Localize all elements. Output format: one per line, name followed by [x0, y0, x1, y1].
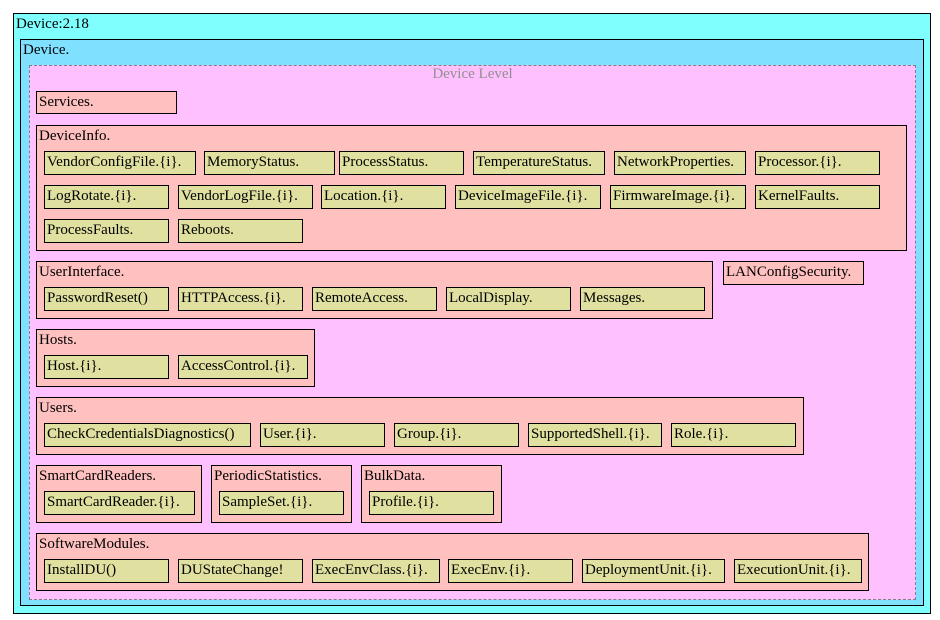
softwaremodules-executionunit: ExecutionUnit.{i}. — [734, 559, 862, 583]
deviceinfo-memorystatus: MemoryStatus. — [204, 151, 335, 175]
users-label: Users. — [39, 400, 77, 416]
softwaremodules-execenv: ExecEnv.{i}. — [448, 559, 573, 583]
users-user: User.{i}. — [260, 423, 385, 447]
leaf-label: AccessControl.{i}. — [181, 358, 296, 374]
services-object: Services. — [36, 91, 177, 114]
users-group: Group.{i}. — [394, 423, 519, 447]
leaf-label: Host.{i}. — [47, 358, 102, 374]
hosts-host: Host.{i}. — [44, 355, 169, 379]
leaf-label: Messages. — [583, 290, 646, 306]
userinterface-remoteaccess: RemoteAccess. — [312, 287, 437, 311]
leaf-label: ProcessFaults. — [47, 222, 134, 238]
userinterface-httpaccess: HTTPAccess.{i}. — [178, 287, 303, 311]
leaf-label: VendorConfigFile.{i}. — [47, 154, 182, 170]
deviceinfo-networkproperties: NetworkProperties. — [614, 151, 746, 175]
userinterface-messages: Messages. — [580, 287, 705, 311]
deviceinfo-firmwareimage: FirmwareImage.{i}. — [610, 185, 746, 209]
leaf-label: VendorLogFile.{i}. — [181, 188, 298, 204]
smartcardreaders-smartcardreader: SmartCardReader.{i}. — [44, 491, 195, 515]
users-checkcredentialsdiagnostics: CheckCredentialsDiagnostics() — [44, 423, 251, 447]
hosts-accesscontrol: AccessControl.{i}. — [178, 355, 308, 379]
deviceinfo-processfaults: ProcessFaults. — [44, 219, 169, 243]
userinterface-localdisplay: LocalDisplay. — [446, 287, 571, 311]
userinterface-passwordreset: PasswordReset() — [44, 287, 169, 311]
leaf-label: ProcessStatus. — [342, 154, 429, 170]
deviceinfo-reboots: Reboots. — [178, 219, 303, 243]
leaf-label: LogRotate.{i}. — [47, 188, 137, 204]
users-supportedshell: SupportedShell.{i}. — [528, 423, 662, 447]
deviceinfo-location: Location.{i}. — [321, 185, 446, 209]
deviceinfo-processor: Processor.{i}. — [755, 151, 880, 175]
softwaremodules-deploymentunit: DeploymentUnit.{i}. — [582, 559, 725, 583]
leaf-label: InstallDU() — [47, 562, 117, 578]
softwaremodules-installdu: InstallDU() — [44, 559, 169, 583]
leaf-label: SmartCardReader.{i}. — [47, 494, 180, 510]
deviceinfo-vendorlogfile: VendorLogFile.{i}. — [178, 185, 313, 209]
periodicstatistics-label: PeriodicStatistics. — [214, 468, 322, 484]
users-role: Role.{i}. — [671, 423, 796, 447]
deviceinfo-kernelfaults: KernelFaults. — [755, 185, 880, 209]
leaf-label: LocalDisplay. — [449, 290, 533, 306]
device-object-label: Device. — [23, 42, 70, 58]
periodicstatistics-sampleset: SampleSet.{i}. — [219, 491, 344, 515]
softwaremodules-label: SoftwareModules. — [39, 536, 150, 552]
bulkdata-profile: Profile.{i}. — [369, 491, 494, 515]
leaf-label: DUStateChange! — [181, 562, 284, 578]
userinterface-label: UserInterface. — [39, 264, 125, 280]
leaf-label: MemoryStatus. — [207, 154, 300, 170]
leaf-label: TemperatureStatus. — [476, 154, 592, 170]
deviceinfo-processstatus: ProcessStatus. — [339, 151, 464, 175]
leaf-label: ExecutionUnit.{i}. — [737, 562, 851, 578]
leaf-label: Group.{i}. — [397, 426, 462, 442]
deviceinfo-deviceimagefile: DeviceImageFile.{i}. — [455, 185, 601, 209]
leaf-label: Profile.{i}. — [372, 494, 439, 510]
root-device-label: Device:2.18 — [16, 16, 89, 32]
leaf-label: NetworkProperties. — [617, 154, 735, 170]
softwaremodules-execenvclass: ExecEnvClass.{i}. — [312, 559, 440, 583]
deviceinfo-temperaturestatus: TemperatureStatus. — [473, 151, 605, 175]
lanconfigsecurity-label: LANConfigSecurity. — [726, 264, 852, 280]
leaf-label: Processor.{i}. — [758, 154, 842, 170]
leaf-label: KernelFaults. — [758, 188, 840, 204]
lanconfigsecurity-object: LANConfigSecurity. — [723, 261, 864, 285]
leaf-label: DeviceImageFile.{i}. — [458, 188, 588, 204]
deviceinfo-vendorconfigfile: VendorConfigFile.{i}. — [44, 151, 196, 175]
hosts-label: Hosts. — [39, 332, 77, 348]
leaf-label: HTTPAccess.{i}. — [181, 290, 286, 306]
leaf-label: FirmwareImage.{i}. — [613, 188, 735, 204]
leaf-label: SupportedShell.{i}. — [531, 426, 650, 442]
deviceinfo-logrotate: LogRotate.{i}. — [44, 185, 169, 209]
softwaremodules-dustatechange: DUStateChange! — [178, 559, 303, 583]
services-label: Services. — [39, 94, 94, 110]
bulkdata-label: BulkData. — [364, 468, 426, 484]
leaf-label: PasswordReset() — [47, 290, 148, 306]
leaf-label: CheckCredentialsDiagnostics() — [47, 426, 235, 442]
leaf-label: SampleSet.{i}. — [222, 494, 313, 510]
deviceinfo-label: DeviceInfo. — [39, 128, 111, 144]
device-level-title: Device Level — [432, 66, 513, 82]
leaf-label: RemoteAccess. — [315, 290, 408, 306]
leaf-label: User.{i}. — [263, 426, 317, 442]
leaf-label: Role.{i}. — [674, 426, 729, 442]
leaf-label: ExecEnv.{i}. — [451, 562, 531, 578]
leaf-label: Location.{i}. — [324, 188, 404, 204]
leaf-label: DeploymentUnit.{i}. — [585, 562, 712, 578]
smartcardreaders-label: SmartCardReaders. — [39, 468, 157, 484]
leaf-label: Reboots. — [181, 222, 234, 238]
leaf-label: ExecEnvClass.{i}. — [315, 562, 428, 578]
